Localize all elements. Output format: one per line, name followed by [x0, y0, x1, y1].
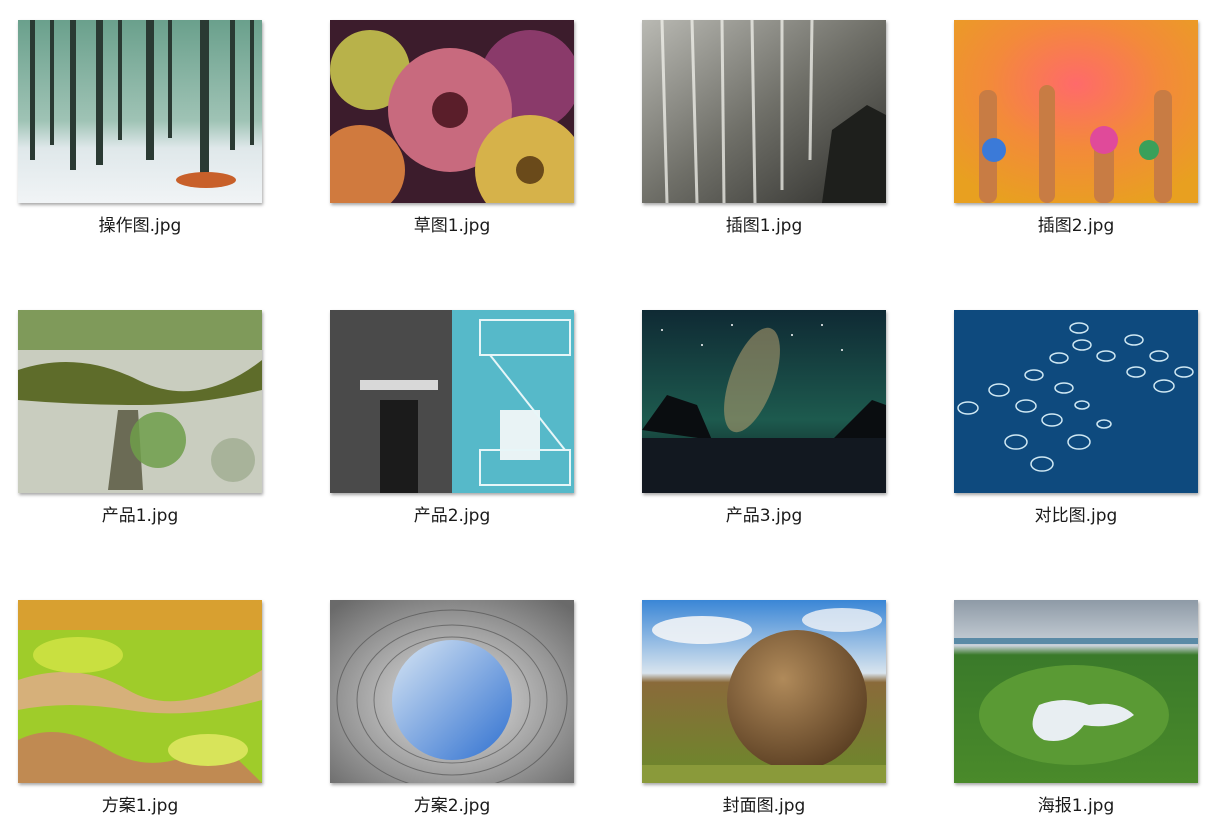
file-tile[interactable]: 插图2.jpg: [954, 20, 1200, 242]
file-name-label[interactable]: 产品2.jpg: [330, 501, 574, 526]
file-tile[interactable]: 方案2.jpg: [330, 600, 576, 822]
file-name-label[interactable]: 方案2.jpg: [330, 791, 574, 816]
file-name-label[interactable]: 操作图.jpg: [18, 211, 262, 236]
file-name-label[interactable]: 海报1.jpg: [954, 791, 1198, 816]
thumbnail-colored-powder-hands[interactable]: [954, 20, 1198, 203]
file-tile[interactable]: 产品3.jpg: [642, 310, 888, 532]
file-tile[interactable]: 草图1.jpg: [330, 20, 576, 242]
file-name-label[interactable]: 封面图.jpg: [642, 791, 886, 816]
thumbnail-misty-birch-forest[interactable]: [18, 20, 262, 203]
file-tile[interactable]: 对比图.jpg: [954, 310, 1200, 532]
thumbnail-waterfall[interactable]: [642, 20, 886, 203]
thumbnail-stone-sphere-hill[interactable]: [642, 600, 886, 783]
file-name-label[interactable]: 产品3.jpg: [642, 501, 886, 526]
file-tile[interactable]: 封面图.jpg: [642, 600, 888, 822]
thumbnail-milky-way-coast[interactable]: [642, 310, 886, 493]
file-tile[interactable]: 海报1.jpg: [954, 600, 1200, 822]
file-name-label[interactable]: 方案1.jpg: [18, 791, 262, 816]
thumbnail-colorful-geothermal-terrain[interactable]: [18, 600, 262, 783]
file-tile[interactable]: 产品2.jpg: [330, 310, 576, 532]
thumbnail-city-building-facade[interactable]: [330, 310, 574, 493]
thumbnail-ocean-fish-pens[interactable]: [954, 310, 1198, 493]
thumbnail-mossy-tree-branch[interactable]: [18, 310, 262, 493]
file-grid: 操作图.jpg 草图1.jpg 插图1.jpg 插图2.jpg 产品1.jpg …: [0, 0, 1224, 831]
thumbnail-architecture-oculus[interactable]: [330, 600, 574, 783]
file-name-label[interactable]: 产品1.jpg: [18, 501, 262, 526]
file-tile[interactable]: 插图1.jpg: [642, 20, 888, 242]
thumbnail-green-crater-lake[interactable]: [954, 600, 1198, 783]
file-tile[interactable]: 操作图.jpg: [18, 20, 264, 242]
file-tile[interactable]: 产品1.jpg: [18, 310, 264, 532]
file-name-label[interactable]: 插图2.jpg: [954, 211, 1198, 236]
thumbnail-yarn-balls[interactable]: [330, 20, 574, 203]
file-name-label[interactable]: 草图1.jpg: [330, 211, 574, 236]
file-name-label[interactable]: 对比图.jpg: [954, 501, 1198, 526]
file-tile[interactable]: 方案1.jpg: [18, 600, 264, 822]
file-name-label[interactable]: 插图1.jpg: [642, 211, 886, 236]
